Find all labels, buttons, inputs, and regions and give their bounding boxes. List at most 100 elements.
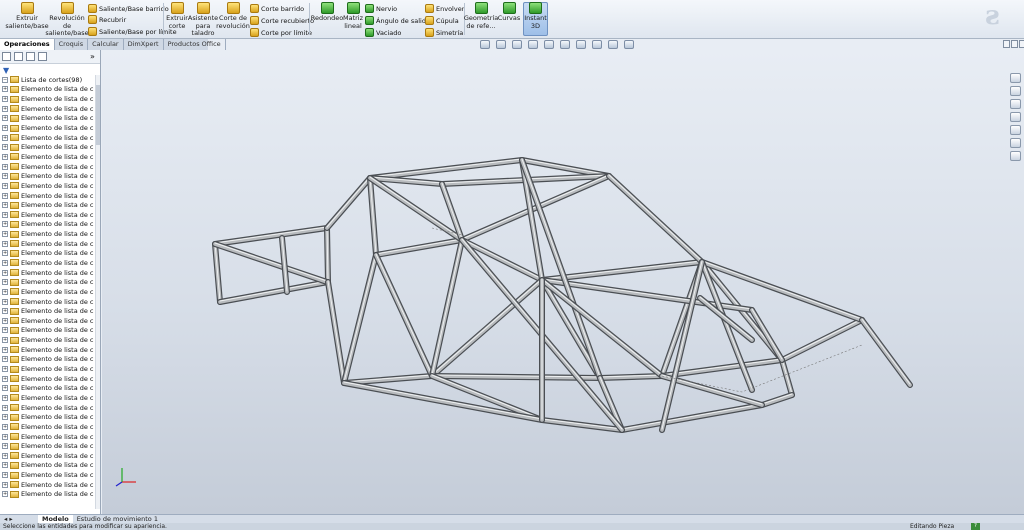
view-settings-icon[interactable] <box>624 40 634 49</box>
cut-list-item[interactable]: + Elemento de lista de c <box>2 85 94 95</box>
boundary-cut-button[interactable]: Corte por límite <box>250 28 312 37</box>
cut-list-item[interactable]: + Elemento de lista de c <box>2 297 94 307</box>
tab-motion-study[interactable]: Estudio de movimiento 1 <box>73 515 162 523</box>
expand-icon[interactable]: + <box>2 327 8 334</box>
view-orientation-icon[interactable] <box>544 40 554 49</box>
revolve-cut-button[interactable]: Corte de revolución <box>216 2 250 30</box>
tab-calcular[interactable]: Calcular <box>88 39 124 50</box>
property-manager-icon[interactable] <box>14 52 23 61</box>
cut-list-item[interactable]: + Elemento de lista de c <box>2 316 94 326</box>
filter-icon[interactable]: ▼ <box>3 66 9 75</box>
cut-list-item[interactable]: + Elemento de lista de c <box>2 441 94 451</box>
swept-boss-button[interactable]: Saliente/Base barrido <box>88 4 169 13</box>
expand-icon[interactable]: + <box>2 86 8 93</box>
expand-icon[interactable]: + <box>2 375 8 382</box>
cut-list-item[interactable]: + Elemento de lista de c <box>2 268 94 278</box>
cut-list-item[interactable]: + Elemento de lista de c <box>2 162 94 172</box>
cut-list-item[interactable]: + Elemento de lista de c <box>2 94 94 104</box>
appearances-icon[interactable] <box>1010 138 1021 148</box>
scene-icon[interactable] <box>608 40 618 49</box>
expand-icon[interactable]: + <box>2 269 8 276</box>
expand-icon[interactable]: + <box>2 134 8 141</box>
cut-list-item[interactable]: + Elemento de lista de c <box>2 335 94 345</box>
cut-list-item[interactable]: + Elemento de lista de c <box>2 114 94 124</box>
tree-scrollbar[interactable] <box>95 75 100 509</box>
file-explorer-icon[interactable] <box>1010 99 1021 109</box>
tab-croquis[interactable]: Croquis <box>55 39 89 50</box>
revolve-boss-button[interactable]: Revolución de saliente/base <box>45 2 89 38</box>
help-icon[interactable]: ? <box>971 523 980 530</box>
expand-icon[interactable]: + <box>2 394 8 401</box>
cut-list-item[interactable]: + Elemento de lista de c <box>2 287 94 297</box>
expand-icon[interactable]: + <box>2 308 8 315</box>
expand-icon[interactable]: + <box>2 481 8 488</box>
view-palette-icon[interactable] <box>1010 125 1021 135</box>
cut-list-item[interactable]: + Elemento de lista de c <box>2 123 94 133</box>
cut-list-item[interactable]: + Elemento de lista de c <box>2 229 94 239</box>
cut-list-item[interactable]: + Elemento de lista de c <box>2 200 94 210</box>
cut-list-item[interactable]: + Elemento de lista de c <box>2 384 94 394</box>
expand-icon[interactable]: + <box>2 404 8 411</box>
expand-icon[interactable]: + <box>2 144 8 151</box>
display-style-icon[interactable] <box>560 40 570 49</box>
design-library-icon[interactable] <box>1010 86 1021 96</box>
cut-list-item[interactable]: + Elemento de lista de c <box>2 258 94 268</box>
tab-operaciones[interactable]: Operaciones <box>0 39 55 50</box>
cut-list-item[interactable]: + Elemento de lista de c <box>2 412 94 422</box>
cut-list-item[interactable]: + Elemento de lista de c <box>2 364 94 374</box>
graphics-area[interactable] <box>102 50 1024 514</box>
expand-icon[interactable]: + <box>2 259 8 266</box>
cut-list-item[interactable]: + Elemento de lista de c <box>2 480 94 490</box>
expand-icon[interactable]: + <box>2 356 8 363</box>
fillet-button[interactable]: Redondeo <box>311 2 343 23</box>
cut-list-root[interactable]: − Lista de cortes(98) <box>2 75 94 85</box>
expand-icon[interactable]: + <box>2 202 8 209</box>
linear-pattern-button[interactable]: Matriz lineal <box>343 2 363 30</box>
cut-list-item[interactable]: + Elemento de lista de c <box>2 345 94 355</box>
expand-icon[interactable]: + <box>2 115 8 122</box>
expand-icon[interactable]: + <box>2 472 8 479</box>
expand-icon[interactable]: + <box>2 105 8 112</box>
hole-wizard-button[interactable]: Asistente para taladro <box>188 2 218 38</box>
custom-properties-icon[interactable] <box>1010 151 1021 161</box>
previous-view-icon[interactable] <box>512 40 522 49</box>
swept-cut-button[interactable]: Corte barrido <box>250 4 304 13</box>
zoom-to-fit-icon[interactable] <box>480 40 490 49</box>
cut-list-item[interactable]: + Elemento de lista de c <box>2 104 94 114</box>
expand-icon[interactable]: + <box>2 125 8 132</box>
edit-appearance-icon[interactable] <box>592 40 602 49</box>
cut-list-item[interactable]: + Elemento de lista de c <box>2 403 94 413</box>
extrude-boss-button[interactable]: Extruir saliente/base <box>5 2 49 30</box>
draft-button[interactable]: Ángulo de salida <box>365 16 430 25</box>
expand-icon[interactable]: + <box>2 385 8 392</box>
lofted-cut-button[interactable]: Corte recubierto <box>250 16 314 25</box>
feature-tree-icon[interactable] <box>2 52 11 61</box>
cut-list-item[interactable]: + Elemento de lista de c <box>2 451 94 461</box>
expand-icon[interactable]: + <box>2 317 8 324</box>
cut-list-item[interactable]: + Elemento de lista de c <box>2 152 94 162</box>
expand-icon[interactable]: + <box>2 452 8 459</box>
expand-icon[interactable]: + <box>2 153 8 160</box>
cut-list-item[interactable]: + Elemento de lista de c <box>2 306 94 316</box>
extrude-cut-button[interactable]: Extruir corte <box>165 2 189 30</box>
expand-icon[interactable]: + <box>2 231 8 238</box>
expand-icon[interactable]: + <box>2 346 8 353</box>
expand-icon[interactable]: + <box>2 163 8 170</box>
expand-icon[interactable]: + <box>2 240 8 247</box>
search-icon[interactable] <box>1010 112 1021 122</box>
cut-list-item[interactable]: + Elemento de lista de c <box>2 239 94 249</box>
expand-icon[interactable]: + <box>2 221 8 228</box>
dimxpert-manager-icon[interactable] <box>38 52 47 61</box>
cut-list-item[interactable]: + Elemento de lista de c <box>2 220 94 230</box>
cut-list-item[interactable]: + Elemento de lista de c <box>2 249 94 259</box>
cut-list-item[interactable]: + Elemento de lista de c <box>2 422 94 432</box>
cut-list-item[interactable]: + Elemento de lista de c <box>2 355 94 365</box>
cut-list-item[interactable]: + Elemento de lista de c <box>2 490 94 500</box>
tab-productos-office[interactable]: Productos Office <box>164 39 226 50</box>
expand-icon[interactable]: + <box>2 337 8 344</box>
cut-list-item[interactable]: + Elemento de lista de c <box>2 461 94 471</box>
cut-list-item[interactable]: + Elemento de lista de c <box>2 142 94 152</box>
cut-list-item[interactable]: + Elemento de lista de c <box>2 393 94 403</box>
dome-button[interactable]: Cúpula <box>425 16 459 25</box>
reference-geometry-button[interactable]: Geometría de refe... <box>464 2 498 30</box>
